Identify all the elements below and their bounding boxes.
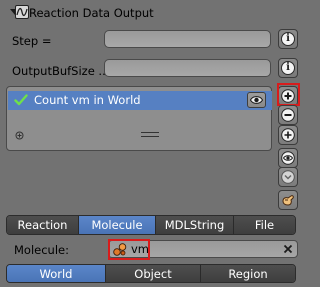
info-icon: i	[281, 61, 295, 75]
molecule-highlight	[108, 239, 150, 260]
tab-file[interactable]: File	[234, 216, 295, 234]
wand-button[interactable]	[278, 190, 298, 210]
eye-icon	[250, 96, 263, 104]
output-buf-info-button[interactable]: i	[278, 58, 298, 78]
step-info-button[interactable]: i	[278, 29, 298, 49]
info-icon: i	[281, 32, 295, 46]
list-item-label: Count vm in World	[34, 93, 141, 107]
list-item[interactable]: Count vm in World	[8, 91, 272, 110]
output-buf-label: OutputBufSize ...	[12, 64, 110, 78]
tab-region[interactable]: Region	[201, 265, 295, 282]
eye-icon	[281, 151, 295, 165]
visibility-toggle[interactable]	[247, 92, 266, 108]
scope-tabs: World Object Region	[6, 264, 296, 283]
add-circle-button[interactable]	[278, 125, 298, 145]
minus-icon	[281, 108, 295, 122]
resize-grip[interactable]	[141, 132, 159, 137]
remove-button[interactable]	[278, 105, 298, 125]
show-button[interactable]	[278, 148, 298, 168]
panel-title: Reaction Data Output	[29, 6, 154, 20]
add-button-highlight	[277, 83, 300, 106]
graph-icon	[15, 5, 29, 19]
step-field[interactable]	[104, 30, 271, 48]
checkmark-icon	[14, 94, 28, 106]
filter-icon[interactable]	[15, 131, 24, 140]
clear-icon[interactable]	[283, 244, 293, 254]
output-buf-field[interactable]	[104, 59, 271, 77]
chevron-down-icon	[281, 170, 295, 184]
molecule-label: Molecule:	[14, 243, 69, 257]
plus-circle-icon	[281, 128, 295, 142]
tab-world[interactable]: World	[7, 265, 106, 282]
move-down-button[interactable]	[278, 167, 298, 187]
tab-mdlstring[interactable]: MDLString	[156, 216, 234, 234]
step-label: Step =	[12, 34, 52, 48]
tab-molecule[interactable]: Molecule	[79, 216, 156, 234]
tab-object[interactable]: Object	[106, 265, 201, 282]
tab-reaction[interactable]: Reaction	[7, 216, 79, 234]
output-type-tabs: Reaction Molecule MDLString File	[6, 215, 296, 235]
cursor-hand-icon	[282, 195, 294, 206]
